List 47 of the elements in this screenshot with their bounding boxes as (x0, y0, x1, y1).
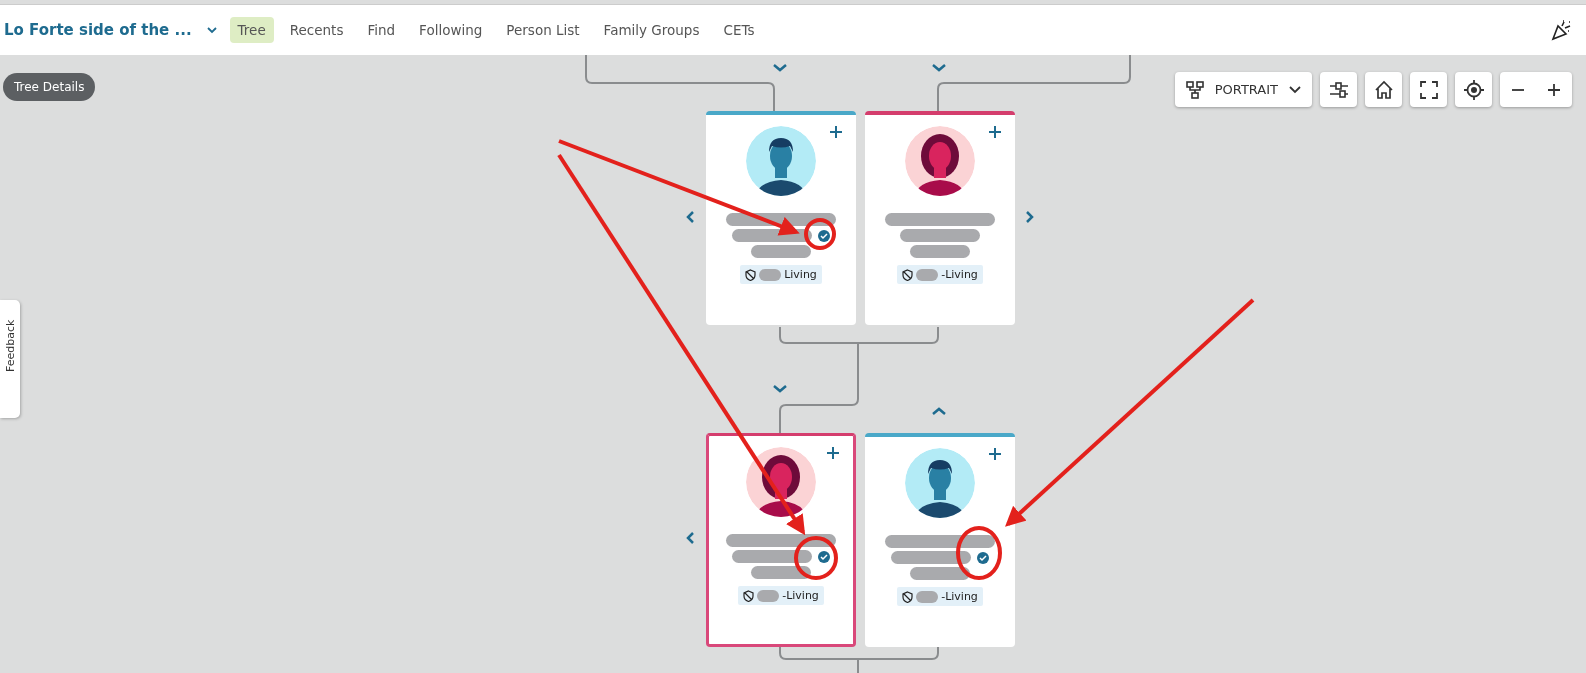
nav-tab[interactable]: Following (411, 17, 491, 43)
annotation-circle (804, 218, 836, 250)
add-icon[interactable] (989, 126, 1001, 138)
person-card[interactable]: Living (706, 111, 856, 325)
expand-up-icon[interactable] (932, 407, 946, 415)
add-icon[interactable] (830, 126, 842, 138)
settings-sliders-icon[interactable] (1320, 72, 1357, 107)
nav-tab[interactable]: Family Groups (595, 17, 708, 43)
caret-icon (1288, 84, 1302, 95)
caret-icon[interactable] (205, 26, 218, 34)
expand-down-icon[interactable] (932, 64, 946, 72)
living-status-badge: -Living (897, 587, 983, 606)
party-popper-icon[interactable] (1550, 19, 1572, 41)
nav-tab[interactable]: Recents (281, 17, 352, 43)
fullscreen-icon[interactable] (1410, 72, 1447, 107)
avatar-icon (905, 448, 975, 518)
nav-tab[interactable]: Tree (229, 17, 274, 43)
annotation-circle (794, 536, 838, 580)
living-status-badge: -Living (738, 586, 824, 605)
avatar-icon (746, 447, 816, 517)
redaction-mark (751, 245, 811, 258)
expand-down-icon[interactable] (773, 385, 787, 393)
feedback-tab[interactable]: Feedback (0, 300, 20, 418)
nav-tab[interactable]: Person List (498, 17, 588, 43)
person-card[interactable]: -Living (706, 433, 856, 647)
view-mode-dropdown[interactable]: PORTRAIT (1174, 72, 1312, 107)
nav-tab[interactable]: CETs (715, 17, 763, 43)
add-icon[interactable] (827, 447, 839, 459)
redaction-mark (910, 245, 970, 258)
annotation-circle (956, 526, 1002, 580)
home-icon[interactable] (1365, 72, 1402, 107)
avatar-icon (746, 126, 816, 196)
hierarchy-icon (1184, 79, 1205, 100)
add-icon[interactable] (989, 448, 1001, 460)
tree-name[interactable]: Lo Forte side of the ... (4, 21, 192, 39)
avatar-icon (905, 126, 975, 196)
target-icon[interactable] (1455, 72, 1492, 107)
nav-tab[interactable]: Find (359, 17, 404, 43)
living-status-badge: Living (740, 265, 822, 284)
zoom-in-icon[interactable] (1546, 81, 1562, 98)
person-card[interactable]: -Living (865, 433, 1015, 647)
expand-down-icon[interactable] (773, 64, 787, 72)
living-status-badge: -Living (897, 265, 983, 284)
redaction-mark (751, 566, 811, 579)
redaction-mark (910, 567, 970, 580)
tree-details-button[interactable]: Tree Details (3, 73, 96, 101)
person-card[interactable]: -Living (865, 111, 1015, 325)
